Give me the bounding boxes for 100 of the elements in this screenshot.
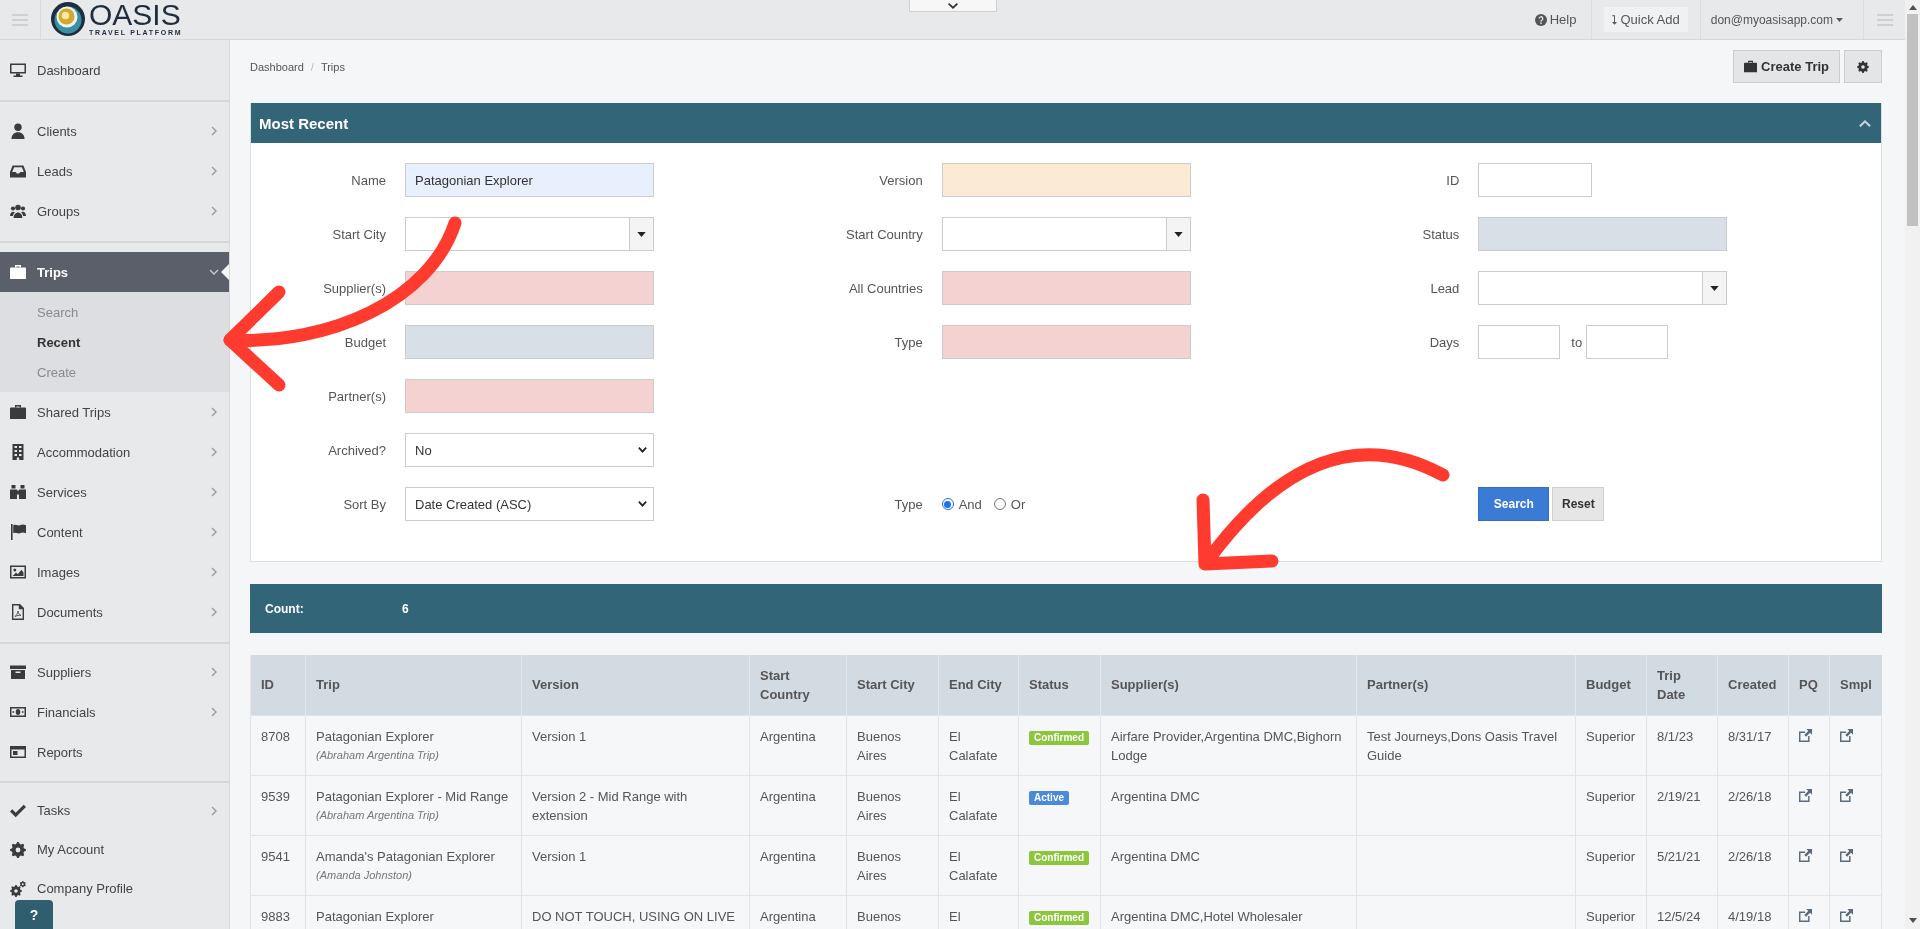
budget-level: Superior bbox=[1586, 728, 1636, 744]
client-name: (Amanda Johnston) bbox=[316, 867, 412, 883]
text-field[interactable] bbox=[405, 271, 654, 305]
select-field[interactable]: No bbox=[405, 433, 654, 467]
column-header: Version bbox=[521, 655, 750, 715]
users-icon bbox=[10, 203, 26, 219]
trip-date: 2/19/21 bbox=[1657, 788, 1701, 804]
column-header: Created bbox=[1717, 655, 1789, 715]
banknote-icon bbox=[10, 704, 26, 720]
settings-button[interactable] bbox=[1844, 50, 1882, 83]
briefcase-icon bbox=[10, 404, 26, 420]
sidebar-item[interactable]: Dashboard bbox=[0, 60, 229, 80]
dropdown-button[interactable] bbox=[629, 218, 653, 250]
breadcrumb-link[interactable]: Dashboard bbox=[250, 60, 304, 73]
sidebar-item[interactable]: Shared Trips bbox=[0, 402, 229, 422]
column-header: Smpl bbox=[1829, 655, 1882, 715]
field-label: Budget bbox=[344, 334, 386, 350]
country-name: Argentina bbox=[760, 788, 816, 804]
toggle-tab-button[interactable] bbox=[908, 0, 997, 12]
quick-add-button[interactable]: Quick Add bbox=[1604, 7, 1688, 32]
text-field[interactable] bbox=[941, 163, 1191, 197]
field-label: Partner(s) bbox=[328, 388, 386, 404]
chevron-up-icon[interactable] bbox=[1859, 119, 1871, 127]
field-label: Status bbox=[1422, 226, 1460, 242]
sidebar-item[interactable]: Financials bbox=[0, 702, 229, 722]
city-name: Buenos bbox=[857, 908, 902, 924]
caret-down-icon bbox=[1710, 285, 1720, 291]
sidebar-item[interactable]: Leads bbox=[0, 161, 229, 181]
column-header: Partner(s) bbox=[1356, 655, 1576, 715]
scroll-down-arrow-icon[interactable] bbox=[1908, 918, 1917, 923]
sidebar-item[interactable]: Documents bbox=[0, 602, 229, 622]
combo-field[interactable] bbox=[1478, 271, 1728, 305]
select-field[interactable]: Date Created (ASC) bbox=[405, 487, 654, 521]
help-link[interactable]: Help bbox=[1519, 12, 1592, 27]
text-field[interactable] bbox=[941, 271, 1191, 305]
sidebar-item[interactable]: Company Profile bbox=[0, 878, 229, 899]
help-button[interactable]: ? bbox=[15, 900, 53, 929]
sidebar-item[interactable]: My Account bbox=[0, 839, 229, 860]
text-field[interactable] bbox=[1478, 163, 1593, 197]
menu-icon[interactable] bbox=[12, 13, 28, 26]
text-field[interactable] bbox=[405, 379, 654, 413]
trip-link[interactable]: Patagonian Explorer - Mid Range bbox=[316, 788, 509, 804]
column-header: Budget bbox=[1575, 655, 1647, 715]
number-field[interactable] bbox=[1586, 325, 1669, 359]
sidebar-item[interactable]: Groups bbox=[0, 201, 229, 221]
flag-icon bbox=[10, 524, 26, 540]
user-menu[interactable]: don@myoasisapp.com bbox=[1700, 12, 1863, 27]
menu-icon[interactable] bbox=[1876, 13, 1893, 26]
chevron-down-icon bbox=[209, 269, 219, 275]
secondary-button[interactable]: Reset bbox=[1552, 487, 1605, 521]
trip-id: 9539 bbox=[261, 788, 290, 804]
version-name: Version 1 bbox=[532, 728, 587, 744]
text-field[interactable] bbox=[941, 325, 1191, 359]
caret-down-icon bbox=[637, 231, 646, 237]
create-trip-button[interactable]: Create Trip bbox=[1733, 50, 1840, 83]
scrollbar-thumb[interactable] bbox=[1907, 14, 1918, 226]
radio-option[interactable]: And bbox=[941, 496, 982, 512]
dropdown-button[interactable] bbox=[1165, 218, 1190, 250]
monitor-icon bbox=[10, 62, 26, 78]
text-field[interactable] bbox=[1478, 217, 1728, 251]
chevron-right-icon bbox=[211, 607, 217, 617]
dropdown-button[interactable] bbox=[1702, 272, 1727, 304]
status-badge: Confirmed bbox=[1029, 850, 1089, 865]
scroll-up-arrow-icon[interactable] bbox=[1908, 5, 1917, 10]
primary-button[interactable]: Search bbox=[1478, 487, 1550, 521]
sidebar-item[interactable]: Suppliers bbox=[0, 662, 229, 682]
sidebar-item[interactable]: Trips bbox=[0, 252, 229, 292]
trip-link[interactable]: Amanda's Patagonian Explorer bbox=[316, 848, 495, 864]
field-label: Start City bbox=[332, 226, 386, 242]
gear-icon bbox=[10, 841, 26, 858]
city-name: Buenos Aires bbox=[857, 728, 902, 763]
field-label: Type bbox=[894, 496, 923, 512]
combo-field[interactable] bbox=[405, 217, 654, 251]
text-field[interactable]: Patagonian Explorer bbox=[405, 163, 654, 197]
supplier-list: Airfare Provider,Argentina DMC,Bighorn Lodge bbox=[1111, 728, 1342, 763]
sidebar-item[interactable]: Images bbox=[0, 562, 229, 582]
text-field[interactable] bbox=[405, 325, 654, 359]
trip-date: 12/5/24 bbox=[1657, 908, 1701, 924]
status-badge: Confirmed bbox=[1029, 730, 1089, 745]
column-header: ID bbox=[250, 655, 306, 715]
budget-level: Superior bbox=[1586, 848, 1636, 864]
number-field[interactable] bbox=[1478, 325, 1561, 359]
city-name: El Calafate bbox=[949, 848, 998, 883]
city-name: El bbox=[949, 908, 961, 924]
sidebar-item[interactable]: Content bbox=[0, 522, 229, 542]
client-name: (Abraham Argentina Trip) bbox=[316, 807, 439, 823]
trip-link[interactable]: Patagonian Explorer bbox=[316, 728, 434, 744]
field-label: Supplier(s) bbox=[323, 280, 386, 296]
count-value: 6 bbox=[402, 601, 409, 616]
sidebar-item[interactable]: Tasks bbox=[0, 800, 229, 821]
sidebar-item[interactable]: Clients bbox=[0, 121, 229, 141]
radio-option[interactable]: Or bbox=[993, 496, 1026, 512]
sidebar-item[interactable]: Accommodation bbox=[0, 442, 229, 462]
city-name: Buenos Aires bbox=[857, 788, 902, 823]
submenu-item[interactable]: Recent bbox=[0, 328, 87, 358]
combo-field[interactable] bbox=[941, 217, 1191, 251]
scrollbar[interactable] bbox=[1905, 0, 1920, 929]
chevron-down-icon bbox=[638, 447, 647, 453]
sidebar-item[interactable]: Services bbox=[0, 482, 229, 502]
sidebar-item[interactable]: Reports bbox=[0, 742, 229, 762]
